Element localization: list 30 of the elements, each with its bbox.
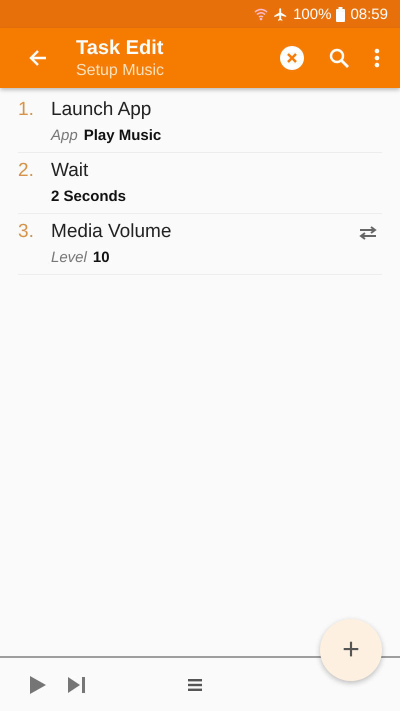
action-number: 3. — [18, 220, 35, 244]
toolbar-subtitle: Setup Music — [76, 62, 166, 80]
param-label: Level — [51, 249, 87, 266]
action-name: Wait — [51, 159, 90, 182]
param-value: 10 — [92, 249, 110, 266]
battery-icon — [336, 6, 346, 22]
param-label: App — [51, 127, 78, 144]
param-value: 2 Seconds — [51, 188, 126, 205]
airplane-icon — [273, 6, 288, 22]
play-icon[interactable] — [30, 676, 46, 694]
search-icon — [328, 47, 350, 69]
toolbar-title: Task Edit — [76, 36, 164, 60]
param-value: Play Music — [84, 127, 162, 144]
battery-percent: 100% — [293, 6, 332, 22]
action-row[interactable]: 2. Wait 2 Seconds — [18, 153, 382, 214]
add-button[interactable]: + — [320, 619, 382, 681]
action-name: Launch App — [51, 98, 152, 121]
menu-icon[interactable] — [188, 678, 202, 690]
close-icon — [280, 46, 304, 70]
action-name: Media Volume — [51, 220, 172, 243]
action-row[interactable]: 3. Media Volume Level 10 — [18, 214, 382, 275]
clock: 08:59 — [350, 6, 388, 22]
action-number: 2. — [18, 159, 35, 183]
more-icon — [374, 48, 380, 68]
action-row[interactable]: 1. Launch App App Play Music — [18, 92, 382, 153]
swap-arrows-icon[interactable] — [358, 226, 378, 240]
wifi-icon — [254, 7, 268, 21]
skip-next-icon[interactable] — [68, 676, 86, 692]
action-number: 1. — [18, 98, 35, 122]
back-arrow-icon — [28, 48, 48, 68]
